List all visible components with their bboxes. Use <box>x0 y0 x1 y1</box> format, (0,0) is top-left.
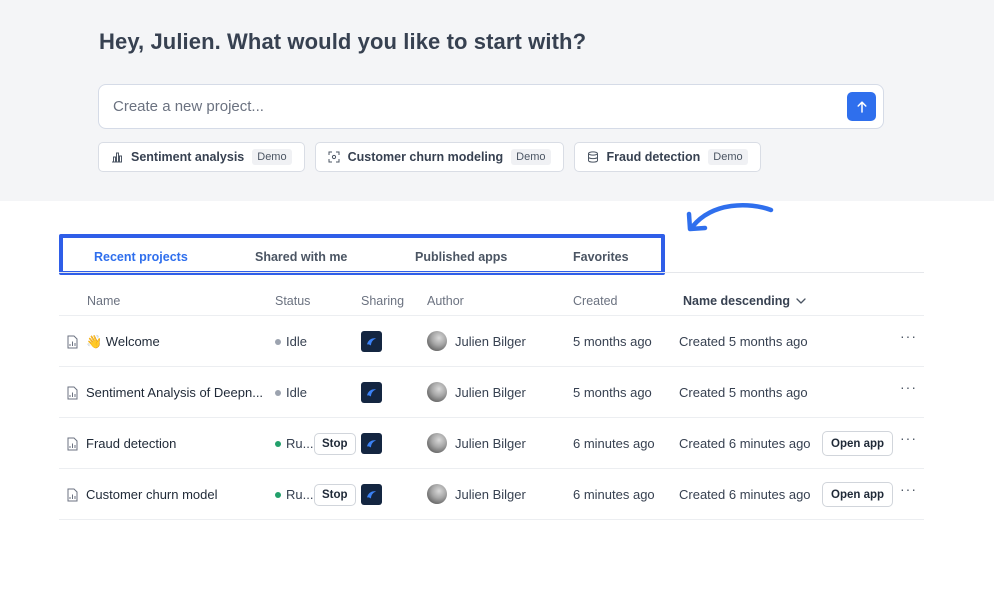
project-name[interactable]: Customer churn model <box>86 487 218 502</box>
hero-section: Hey, Julien. What would you like to star… <box>0 0 994 201</box>
open-app-button[interactable]: Open app <box>822 431 894 456</box>
bar-chart-icon <box>112 152 122 163</box>
status-dot <box>275 389 281 396</box>
sort-dropdown[interactable]: Name descending <box>683 294 806 308</box>
avatar <box>427 331 447 351</box>
suggestion-sentiment-analysis[interactable]: Sentiment analysis Demo <box>98 142 305 172</box>
tab-shared-with-me[interactable]: Shared with me <box>255 250 347 264</box>
status-text: Idle <box>286 334 307 349</box>
status-indicator: Ru... <box>275 487 313 502</box>
suggestion-customer-churn[interactable]: Customer churn modeling Demo <box>314 142 564 172</box>
notebook-file-icon <box>67 488 78 502</box>
tab-published-apps[interactable]: Published apps <box>415 250 507 264</box>
chevron-down-icon <box>796 298 806 304</box>
status-text: Ru... <box>286 436 314 451</box>
suggestion-label: Customer churn modeling <box>347 150 504 164</box>
more-options-button[interactable]: ··· <box>900 328 917 344</box>
avatar <box>427 382 447 402</box>
created-time: 6 minutes ago <box>573 436 655 451</box>
more-options-button[interactable]: ··· <box>900 379 917 395</box>
created-description: Created 6 minutes ago <box>679 436 811 451</box>
author-name: Julien Bilger <box>455 334 526 349</box>
sharing-icon[interactable] <box>361 331 382 352</box>
workspace-logo-icon <box>367 338 376 346</box>
annotation-arrow-icon <box>686 203 774 232</box>
prompt-box <box>98 84 884 129</box>
table-row[interactable]: Sentiment Analysis of Deepn... Idle Juli… <box>59 367 924 418</box>
new-project-input[interactable] <box>113 85 833 128</box>
column-header-name: Name <box>87 294 121 308</box>
suggestion-chips: Sentiment analysis Demo Customer churn m… <box>98 142 761 172</box>
notebook-file-icon <box>67 386 78 400</box>
demo-badge: Demo <box>252 149 292 165</box>
status-indicator: Ru... <box>275 436 313 451</box>
column-header-author: Author <box>427 294 464 308</box>
column-header-sharing: Sharing <box>361 294 405 308</box>
sharing-icon[interactable] <box>361 484 382 505</box>
status-text: Idle <box>286 385 307 400</box>
created-time: 5 months ago <box>573 385 652 400</box>
created-time: 6 minutes ago <box>573 487 655 502</box>
workspace-logo-icon <box>367 491 376 499</box>
created-description: Created 5 months ago <box>679 334 808 349</box>
stop-button[interactable]: Stop <box>314 484 356 506</box>
demo-badge: Demo <box>511 149 551 165</box>
author-name: Julien Bilger <box>455 385 526 400</box>
avatar <box>427 433 447 453</box>
table-row[interactable]: Customer churn model Ru... Stop Julien B… <box>59 469 924 520</box>
demo-badge: Demo <box>708 149 748 165</box>
stop-button[interactable]: Stop <box>314 433 356 455</box>
sort-label: Name descending <box>683 294 790 308</box>
project-name[interactable]: 👋 Welcome <box>86 334 160 350</box>
workspace-logo-icon <box>367 440 376 448</box>
status-text: Ru... <box>286 487 314 502</box>
arrow-up-icon <box>856 100 867 113</box>
scan-icon <box>328 151 340 163</box>
suggestion-label: Fraud detection <box>606 150 701 164</box>
column-header-created: Created <box>573 294 618 308</box>
avatar <box>427 484 447 504</box>
status-dot <box>275 338 281 345</box>
table-row[interactable]: Fraud detection Ru... Stop Julien Bilger… <box>59 418 924 469</box>
status-indicator: Idle <box>275 334 307 349</box>
suggestion-fraud-detection[interactable]: Fraud detection Demo <box>573 142 761 172</box>
table-row[interactable]: 👋 Welcome Idle Julien Bilger 5 months ag… <box>59 316 924 367</box>
database-icon <box>587 151 598 163</box>
created-description: Created 6 minutes ago <box>679 487 811 502</box>
sharing-icon[interactable] <box>361 433 382 454</box>
tabs-divider <box>59 272 924 273</box>
more-options-button[interactable]: ··· <box>900 481 917 497</box>
project-name[interactable]: Fraud detection <box>86 436 176 451</box>
status-dot <box>275 491 281 498</box>
project-name[interactable]: Sentiment Analysis of Deepn... <box>86 385 263 400</box>
more-options-button[interactable]: ··· <box>900 430 917 446</box>
status-dot <box>275 440 281 447</box>
author-name: Julien Bilger <box>455 487 526 502</box>
created-description: Created 5 months ago <box>679 385 808 400</box>
notebook-file-icon <box>67 437 78 451</box>
send-button[interactable] <box>847 92 876 121</box>
workspace-logo-icon <box>367 389 376 397</box>
author-name: Julien Bilger <box>455 436 526 451</box>
greeting-title: Hey, Julien. What would you like to star… <box>99 29 587 54</box>
status-indicator: Idle <box>275 385 307 400</box>
sharing-icon[interactable] <box>361 382 382 403</box>
tab-favorites[interactable]: Favorites <box>573 250 629 264</box>
column-header-status: Status <box>275 294 311 308</box>
notebook-file-icon <box>67 335 78 349</box>
open-app-button[interactable]: Open app <box>822 482 894 507</box>
tab-recent-projects[interactable]: Recent projects <box>94 250 188 264</box>
created-time: 5 months ago <box>573 334 652 349</box>
suggestion-label: Sentiment analysis <box>131 150 245 164</box>
